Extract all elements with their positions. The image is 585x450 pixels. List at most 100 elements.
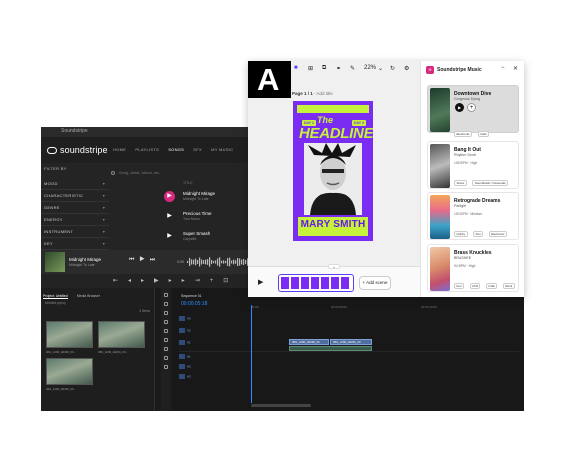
play-icon[interactable]: ▶ bbox=[164, 231, 175, 242]
nav-playlists[interactable]: PLAYLISTS bbox=[135, 147, 159, 152]
tab-project[interactable]: Project: Untitled bbox=[43, 294, 68, 299]
media-clip-thumbnail[interactable] bbox=[98, 321, 145, 348]
pen-tool-icon[interactable] bbox=[163, 338, 168, 342]
song-tags: Fun Chill Indie Rock bbox=[454, 274, 518, 292]
nav-sfx[interactable]: SFX bbox=[193, 147, 202, 152]
type-tool-icon[interactable] bbox=[163, 365, 168, 369]
selection-tool-icon[interactable] bbox=[163, 293, 168, 297]
player-controls[interactable]: ⏮▶⏭ bbox=[129, 257, 160, 264]
song-tag[interactable]: Electronic bbox=[454, 131, 473, 137]
zoom-level[interactable]: 22% bbox=[364, 65, 376, 71]
timeline-scrollbar[interactable] bbox=[251, 404, 311, 407]
filter-label: KEY bbox=[44, 241, 53, 246]
nav-songs[interactable]: SONGS bbox=[168, 147, 184, 152]
song-tag[interactable]: Fun bbox=[454, 283, 465, 289]
song-card[interactable]: Downtown Dive Gorgeous Dying ▶ + Electro… bbox=[427, 85, 519, 137]
song-tag[interactable]: Indie bbox=[485, 283, 498, 289]
copy-icon[interactable]: ⧉ bbox=[322, 65, 326, 72]
filter-energy[interactable]: ENERGY ▾ bbox=[41, 214, 109, 226]
song-tag[interactable]: Electronic bbox=[488, 231, 507, 237]
timecode-display[interactable]: 00:00:05:18 bbox=[181, 301, 207, 307]
refresh-icon[interactable]: ↻ bbox=[390, 65, 395, 72]
song-tag[interactable]: Rock bbox=[502, 283, 515, 289]
play-icon[interactable]: ▶ bbox=[164, 191, 175, 202]
media-clip-thumbnail[interactable] bbox=[46, 321, 93, 348]
play-icon[interactable]: ▶ bbox=[164, 211, 175, 222]
chevron-down-icon[interactable]: ⌄ bbox=[378, 65, 383, 72]
razor-tool-icon[interactable] bbox=[163, 320, 168, 324]
edit-icon[interactable]: ✎ bbox=[350, 65, 355, 72]
nav-home[interactable]: HOME bbox=[113, 147, 126, 152]
song-meta: 100 BPM · Medium bbox=[454, 212, 483, 216]
song-card[interactable]: Brass Knuckles BRASHEE 94 BPM · High Fun… bbox=[427, 244, 519, 292]
play-icon[interactable]: ▶ bbox=[258, 278, 263, 286]
poster-design[interactable]: DAY 1 The DAY 2 HEADLINER MARY SMITH bbox=[293, 101, 373, 241]
link-icon[interactable]: ⚭ bbox=[336, 65, 341, 72]
track-header-a1[interactable]: A1 bbox=[179, 354, 247, 361]
search-input[interactable]: Song, Artist, Mood, etc. bbox=[111, 170, 160, 175]
song-tag[interactable]: Fun bbox=[473, 231, 484, 237]
track-header-a2[interactable]: A2 bbox=[179, 364, 247, 371]
playhead[interactable] bbox=[251, 305, 252, 403]
timeline-video-clip[interactable]: IMG_1296_H0290_00 bbox=[289, 339, 329, 345]
hand-tool-icon[interactable] bbox=[163, 356, 168, 360]
sequence-tab[interactable]: Sequence 01 bbox=[181, 294, 202, 298]
scene-thumbnail[interactable] bbox=[278, 274, 354, 292]
video-editor: Project: Untitled Media Browser Untitled… bbox=[41, 288, 524, 411]
track-header-v2[interactable]: V2 bbox=[179, 328, 247, 335]
track-select-tool-icon[interactable] bbox=[163, 302, 168, 306]
add-icon[interactable]: + bbox=[467, 103, 476, 112]
filter-header: FILTER BY bbox=[44, 166, 67, 171]
panel-title: Soundstripe Music bbox=[437, 67, 482, 73]
filter-label: CHARACTERISTIC bbox=[44, 193, 84, 198]
track-header-v1[interactable]: V1 bbox=[179, 340, 247, 347]
waveform-bar bbox=[187, 261, 189, 263]
timeline-audio-clip[interactable] bbox=[289, 346, 372, 351]
song-tag[interactable]: Soundtrack / Cinematic bbox=[472, 180, 509, 186]
soundstripe-logo-icon: ≋ bbox=[426, 66, 434, 74]
slip-tool-icon[interactable] bbox=[163, 329, 168, 333]
filter-characteristic[interactable]: CHARACTERISTIC ▾ bbox=[41, 190, 109, 202]
soundstripe-logo[interactable]: soundstripe bbox=[47, 145, 108, 155]
filter-mood[interactable]: MOOD ▾ bbox=[41, 178, 109, 190]
song-cover-art bbox=[430, 144, 450, 188]
page-label[interactable]: Page 1 / 1 - Add title bbox=[292, 91, 333, 96]
ripple-tool-icon[interactable] bbox=[163, 311, 168, 315]
color-swatch-icon[interactable]: ■ bbox=[294, 65, 298, 71]
waveform-bar bbox=[199, 257, 201, 267]
track-header-v3[interactable]: V3 bbox=[179, 316, 247, 323]
minimize-icon[interactable]: − bbox=[501, 65, 505, 71]
transport-controls[interactable]: ⇤◂▸▶▸▸⇥+⊡ bbox=[113, 277, 238, 284]
grid-icon[interactable]: ⊞ bbox=[308, 65, 313, 72]
waveform-bar bbox=[191, 259, 193, 265]
ruler-label: 00:00:05:00 bbox=[331, 305, 347, 309]
track-label: V1 bbox=[187, 340, 191, 345]
close-icon[interactable]: ✕ bbox=[513, 65, 518, 72]
collapse-icon[interactable]: ⌄ bbox=[328, 264, 340, 269]
filter-instrument[interactable]: INSTRUMENT ▾ bbox=[41, 226, 109, 238]
rectangle-tool-icon[interactable] bbox=[163, 347, 168, 351]
time-ruler[interactable]: 00:00 00:00:05:00 00:00:10:00 bbox=[251, 305, 521, 311]
song-tag[interactable]: Chill bbox=[469, 283, 481, 289]
song-card[interactable]: Retrograde Dreams Parlight 100 BPM · Med… bbox=[427, 192, 519, 255]
media-clip-thumbnail[interactable] bbox=[46, 358, 93, 385]
play-icon[interactable]: ▶ bbox=[455, 103, 464, 112]
track-title: Midnight Mirage bbox=[183, 191, 216, 196]
add-title-link[interactable]: - Add title bbox=[314, 91, 333, 96]
track-label: V2 bbox=[187, 328, 191, 333]
timeline-video-clip[interactable]: IMG_1296_H0291_00 bbox=[330, 339, 372, 345]
filter-key[interactable]: KEY ▾ bbox=[41, 238, 109, 250]
poster-portrait-image bbox=[304, 143, 362, 215]
canvas-toolbar: ■ ⊞ ⧉ ⚭ ✎ 22% ⌄ ↻ ⚙ bbox=[292, 61, 420, 77]
song-card[interactable]: Bang It Out Rhythm Scott 105 BPM · High … bbox=[427, 141, 519, 189]
filter-genre[interactable]: GENRE ▾ bbox=[41, 202, 109, 214]
settings-icon[interactable]: ⚙ bbox=[404, 65, 409, 72]
nav-my-music[interactable]: MY MUSIC bbox=[211, 147, 233, 152]
song-tag[interactable]: Score bbox=[454, 180, 467, 186]
add-scene-button[interactable]: + Add scene bbox=[359, 276, 391, 290]
song-tag[interactable]: Indie bbox=[477, 131, 490, 137]
tab-media-browser[interactable]: Media Browser bbox=[77, 294, 100, 298]
timeline-panel[interactable]: Sequence 01 00:00:05:18 00:00 00:00:05:0… bbox=[173, 288, 524, 411]
track-header-a3[interactable]: A3 bbox=[179, 374, 247, 381]
song-tag[interactable]: Quirky bbox=[454, 231, 468, 237]
